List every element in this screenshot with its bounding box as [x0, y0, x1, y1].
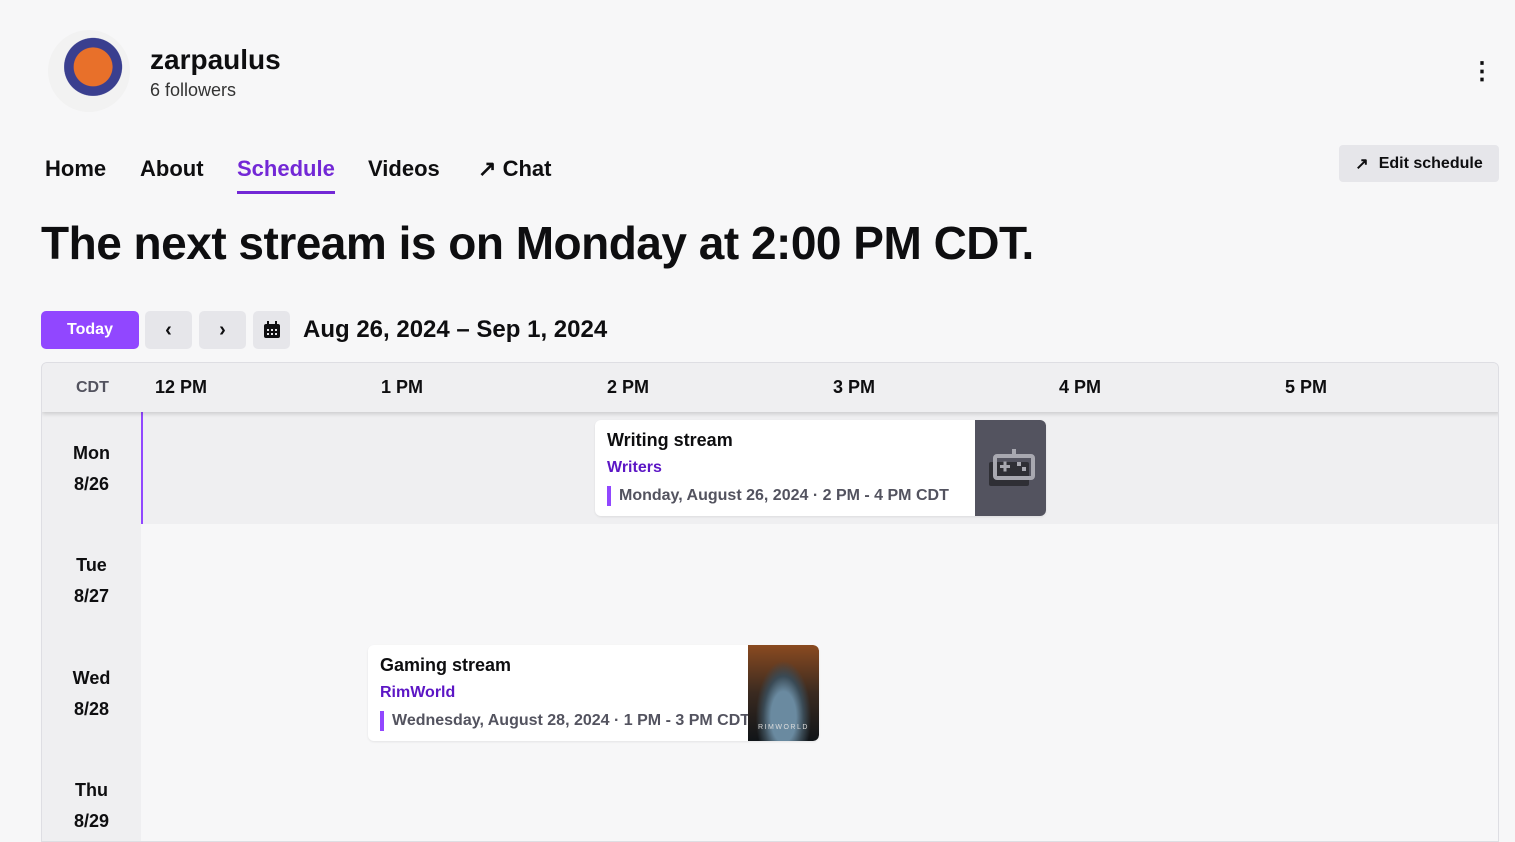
event-title: Writing stream: [607, 430, 733, 450]
event-category-link[interactable]: RimWorld: [380, 684, 455, 702]
page-title: The next stream is on Monday at 2:00 PM …: [41, 217, 1034, 269]
schedule-grid: CDT 12 PM 1 PM 2 PM 3 PM 4 PM 5 PM Mon 8/…: [41, 362, 1499, 842]
previous-week-button[interactable]: ‹: [145, 311, 192, 349]
hour-label: 2 PM: [607, 377, 650, 397]
next-week-button[interactable]: ›: [199, 311, 246, 349]
event-time: Monday, August 26, 2024 · 2 PM - 4 PM CD…: [607, 486, 949, 506]
chevron-right-icon: ›: [219, 318, 226, 341]
category-art: RIMWORLD: [748, 645, 819, 741]
edit-schedule-label: Edit schedule: [1378, 154, 1483, 172]
tab-chat[interactable]: ↗ Chat: [478, 156, 551, 194]
day-name: Mon: [73, 443, 110, 463]
tab-chat-label: Chat: [502, 156, 552, 181]
day-date: 8/28: [73, 699, 110, 719]
hour-label: 5 PM: [1285, 377, 1328, 397]
more-options-icon[interactable]: ⋮: [1470, 58, 1494, 86]
category-art: [975, 420, 1046, 516]
day-label-wed: Wed 8/28: [42, 663, 141, 725]
hour-label: 3 PM: [833, 377, 876, 397]
external-arrow-icon: ↗: [478, 156, 497, 181]
day-label-tue: Tue 8/27: [42, 550, 141, 612]
timezone-label: CDT: [76, 379, 109, 396]
game-controller-icon: [988, 449, 1035, 486]
rimworld-logo: RIMWORLD: [758, 724, 809, 731]
channel-avatar[interactable]: [48, 30, 130, 112]
day-date: 8/29: [73, 811, 110, 831]
event-card-writing-stream[interactable]: Writing stream Writers Monday, August 26…: [595, 420, 1046, 516]
external-arrow-icon: ↗: [1355, 155, 1369, 173]
event-category-link[interactable]: Writers: [607, 459, 662, 477]
day-date: 8/26: [73, 474, 110, 494]
day-name: Tue: [76, 555, 107, 575]
event-title: Gaming stream: [380, 655, 512, 675]
tab-schedule[interactable]: Schedule: [237, 156, 335, 194]
day-label-thu: Thu 8/29: [42, 775, 141, 837]
hour-label: 1 PM: [381, 377, 424, 397]
event-time: Wednesday, August 28, 2024 · 1 PM - 3 PM…: [380, 711, 750, 731]
time-header: CDT 12 PM 1 PM 2 PM 3 PM 4 PM 5 PM: [42, 363, 1498, 412]
day-name: Thu: [75, 780, 108, 800]
tab-about[interactable]: About: [140, 156, 204, 194]
calendar-icon: [263, 321, 280, 338]
hour-label: 12 PM: [155, 377, 208, 397]
edit-schedule-button[interactable]: ↗ Edit schedule: [1339, 145, 1499, 182]
chevron-left-icon: ‹: [165, 318, 172, 341]
channel-name: zarpaulus: [150, 44, 281, 75]
tab-home[interactable]: Home: [45, 156, 106, 194]
today-button[interactable]: Today: [41, 311, 139, 349]
calendar-picker-button[interactable]: [253, 311, 290, 349]
hour-label: 4 PM: [1059, 377, 1102, 397]
day-name: Wed: [72, 668, 111, 688]
day-date: 8/27: [73, 586, 110, 606]
follower-count: 6 followers: [150, 80, 237, 100]
date-range: Aug 26, 2024 – Sep 1, 2024: [303, 316, 608, 343]
day-label-mon: Mon 8/26: [42, 438, 141, 500]
event-card-gaming-stream[interactable]: Gaming stream RimWorld Wednesday, August…: [368, 645, 819, 741]
tab-videos[interactable]: Videos: [368, 156, 440, 194]
